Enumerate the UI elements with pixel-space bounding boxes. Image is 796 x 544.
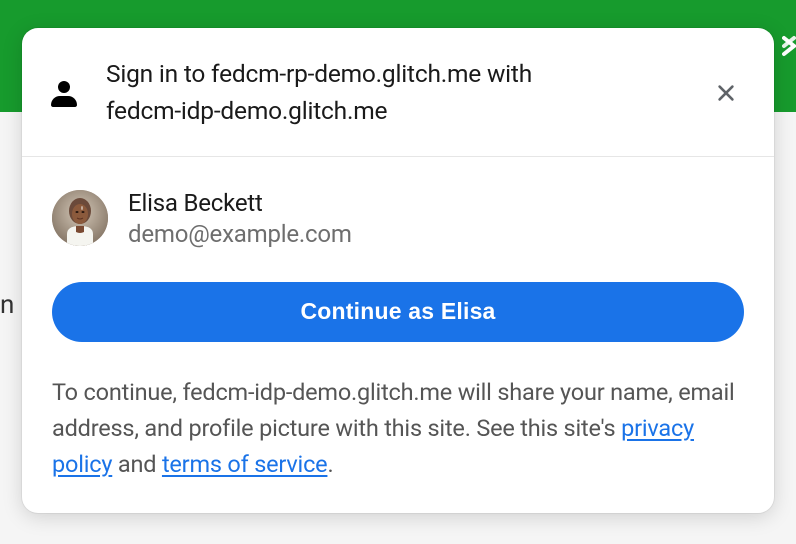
background-clipped-text: n (0, 290, 14, 320)
account-name: Elisa Beckett (128, 189, 352, 217)
header-clipped-icons (782, 32, 796, 60)
close-button[interactable] (708, 75, 744, 111)
terms-of-service-link[interactable]: terms of service (162, 450, 328, 478)
dialog-title: Sign in to fedcm-rp-demo.glitch.me with … (106, 56, 692, 130)
disclosure-suffix: . (327, 450, 333, 478)
disclosure-text: To continue, fedcm-idp-demo.glitch.me wi… (52, 374, 744, 483)
dialog-header: Sign in to fedcm-rp-demo.glitch.me with … (22, 28, 774, 157)
avatar (52, 190, 108, 246)
close-icon (715, 82, 737, 104)
dialog-body: Elisa Beckett demo@example.com Continue … (22, 157, 774, 513)
person-icon (50, 79, 78, 107)
continue-button[interactable]: Continue as Elisa (52, 282, 744, 342)
disclosure-separator: and (112, 450, 162, 478)
dialog-title-line1: Sign in to fedcm-rp-demo.glitch.me with (106, 59, 532, 88)
dialog-title-line2: fedcm-idp-demo.glitch.me (106, 96, 387, 125)
account-row[interactable]: Elisa Beckett demo@example.com (52, 189, 744, 248)
signin-dialog: Sign in to fedcm-rp-demo.glitch.me with … (22, 28, 774, 513)
account-info: Elisa Beckett demo@example.com (128, 189, 352, 248)
account-email: demo@example.com (128, 220, 352, 248)
